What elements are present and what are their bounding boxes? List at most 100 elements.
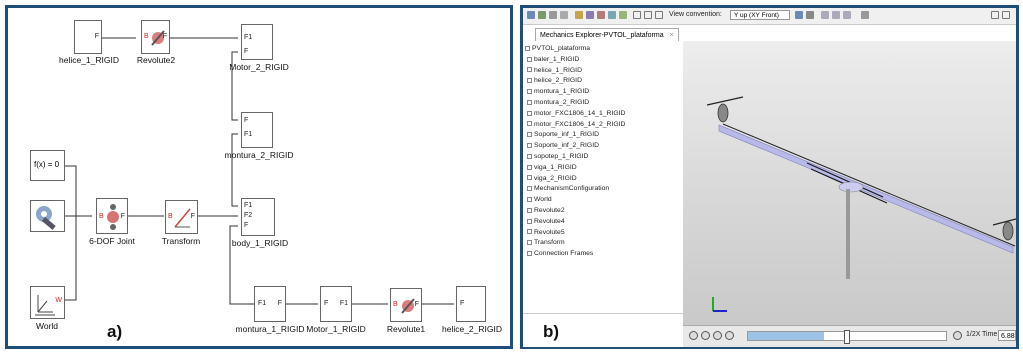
front-view-icon[interactable] (795, 11, 803, 19)
tree-item-label: montura_2_RIGID (534, 99, 590, 106)
tree-item-label: Revolute2 (534, 207, 565, 214)
block-montura-2-rigid[interactable]: F F1 (241, 112, 273, 148)
expand-icon[interactable] (527, 67, 532, 73)
block-revolute2[interactable]: B F (141, 20, 170, 54)
layout2-icon[interactable] (644, 11, 652, 19)
block-solver-configuration[interactable] (30, 200, 65, 232)
expand-icon[interactable] (527, 132, 532, 138)
iso-view-icon[interactable] (806, 11, 814, 19)
frame-icon[interactable] (575, 11, 583, 19)
cube2-icon[interactable] (597, 11, 605, 19)
expand-icon[interactable] (525, 45, 530, 51)
expand-icon[interactable] (527, 142, 532, 148)
tree-root[interactable]: PVTOL_plataforma (525, 45, 590, 52)
tree-item[interactable]: MechanismConfiguration (527, 185, 609, 192)
expand-icon[interactable] (527, 56, 532, 62)
expand-icon[interactable] (527, 207, 532, 213)
zoom-box-icon[interactable] (843, 11, 851, 19)
close-icon[interactable]: × (670, 32, 674, 39)
block-solver-constant[interactable]: f(x) = 0 (30, 150, 65, 181)
tree-item[interactable]: Soporte_inf_1_RIGID (527, 131, 599, 138)
expand-icon[interactable] (527, 218, 532, 224)
expand-icon[interactable] (527, 250, 532, 256)
expand-icon[interactable] (527, 175, 532, 181)
expand-icon[interactable] (527, 110, 532, 116)
tree-item[interactable]: Transform (527, 239, 565, 246)
tree-item[interactable]: helice_1_RIGID (527, 67, 582, 74)
panel-b-mechanics-explorer: View convention: Y up (XY Front) Mechani… (520, 5, 1019, 349)
step-back-button[interactable] (701, 331, 710, 340)
block-6-dof-joint[interactable]: B F (96, 198, 128, 234)
tree-item[interactable]: World (527, 196, 552, 203)
zoom-in-icon[interactable] (821, 11, 829, 19)
expand-icon[interactable] (527, 153, 532, 159)
settings-icon[interactable] (861, 11, 869, 19)
tree-item-label: World (534, 196, 552, 204)
pan-icon[interactable] (549, 11, 557, 19)
view-icon[interactable] (560, 11, 568, 19)
block-transform[interactable]: B F (165, 200, 198, 234)
cube-icon[interactable] (586, 11, 594, 19)
expand-icon[interactable] (527, 164, 532, 170)
zoom-fit-icon[interactable] (527, 11, 535, 19)
expand-icon[interactable] (527, 99, 532, 105)
port-f1: F1 (244, 34, 253, 41)
tree-item[interactable]: sopotep_1_RIGID (527, 153, 588, 160)
block-helice-2-rigid[interactable]: F (456, 286, 486, 322)
expand-icon[interactable] (527, 229, 532, 235)
tree-item[interactable]: Connection Frames (527, 250, 593, 257)
block-motor-1-rigid[interactable]: F F1 (320, 286, 352, 322)
layout3-icon[interactable] (655, 11, 663, 19)
block-montura-1-rigid[interactable]: F1 F (254, 286, 286, 322)
expand-icon[interactable] (527, 186, 532, 192)
zoom-out-icon[interactable] (832, 11, 840, 19)
block-label: 6-DOF Joint (89, 236, 135, 246)
rewind-button[interactable] (689, 331, 698, 340)
expand-icon[interactable] (527, 240, 532, 246)
expand-icon[interactable] (527, 121, 532, 127)
playback-slider[interactable] (747, 330, 947, 344)
tree-item[interactable]: Revolute2 (527, 207, 565, 214)
block-label: body_1_RIGID (231, 238, 289, 248)
rotate-icon[interactable] (538, 11, 546, 19)
tree-item[interactable]: baler_1_RIGID (527, 56, 579, 63)
tile2-icon[interactable] (1002, 11, 1010, 19)
tree-item[interactable]: viga_1_RIGID (527, 164, 577, 171)
speed-icon[interactable] (953, 331, 962, 340)
expand-icon[interactable] (527, 88, 532, 94)
tree-item[interactable]: Revolute4 (527, 218, 565, 225)
block-motor-2-rigid[interactable]: F1 F (241, 24, 273, 60)
play-button[interactable] (713, 331, 722, 340)
tree-item[interactable]: Soporte_inf_2_RIGID (527, 142, 599, 149)
block-world[interactable]: W (30, 286, 65, 319)
time-field[interactable]: 6.88333 (998, 330, 1016, 341)
cube4-icon[interactable] (619, 11, 627, 19)
view-convention-select[interactable]: Y up (XY Front) (730, 10, 790, 20)
tree-item[interactable]: helice_2_RIGID (527, 77, 582, 84)
port-f: F (162, 33, 167, 40)
cube3-icon[interactable] (608, 11, 616, 19)
block-body-1-rigid[interactable]: F1 F2 F (241, 198, 275, 236)
tree-item[interactable]: montura_1_RIGID (527, 88, 589, 95)
tree-item-label: MechanismConfiguration (534, 185, 610, 193)
tree-item[interactable]: motor_FXC1806_14_2_RIGID (527, 121, 625, 128)
tree-item[interactable]: viga_2_RIGID (527, 175, 577, 182)
step-forward-button[interactable] (725, 331, 734, 340)
block-label: helice_2_RIGID (441, 324, 503, 334)
3d-viewport[interactable] (683, 41, 1016, 325)
block-helice-1-rigid[interactable]: F (74, 20, 102, 54)
layout1-icon[interactable] (633, 11, 641, 19)
tree-item[interactable]: Revolute5 (527, 229, 565, 236)
port-f1: F1 (339, 300, 348, 307)
expand-icon[interactable] (527, 78, 532, 84)
tree-item[interactable]: motor_FXC1806_14_1_RIGID (527, 110, 625, 117)
port-f: F (244, 48, 249, 55)
block-revolute1[interactable]: B F (390, 288, 422, 322)
tab-mechanics-explorer[interactable]: Mechanics Explorer-PVTOL_plataforma × (535, 28, 679, 41)
tab-label: Mechanics Explorer-PVTOL_plataforma (540, 32, 664, 39)
slider-thumb[interactable] (844, 330, 850, 344)
tree-item[interactable]: montura_2_RIGID (527, 99, 589, 106)
tree-item-label: helice_1_RIGID (534, 66, 582, 74)
expand-icon[interactable] (527, 196, 532, 202)
tile-icon[interactable] (991, 11, 999, 19)
